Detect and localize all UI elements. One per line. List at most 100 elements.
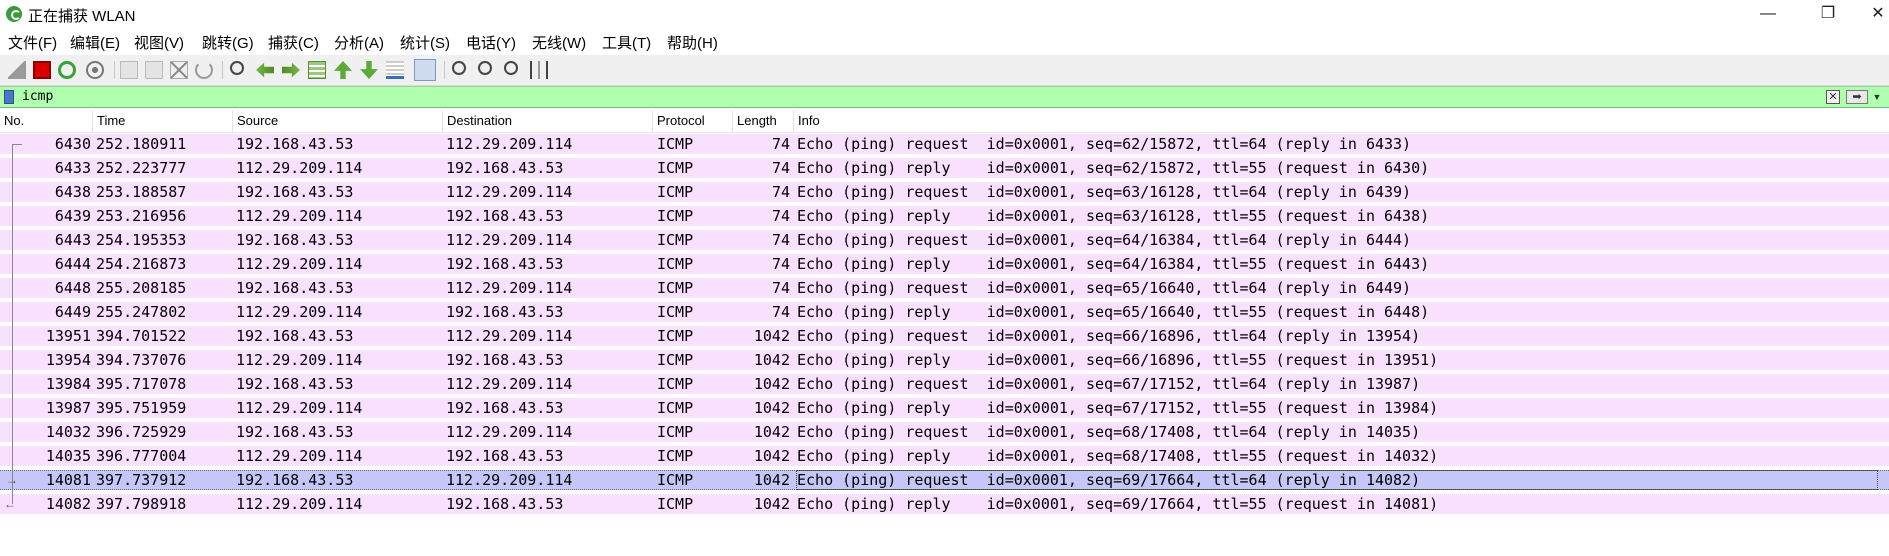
table-row-selected[interactable]: 14081 397.737912 192.168.43.53 112.29.209.1… [0, 470, 1889, 490]
title-bar: 正在捕获 WLAN — ❐ ✕ [0, 0, 1889, 28]
cell-info: Echo (ping) reply id=0x0001, seq=69/1766… [797, 495, 1439, 513]
related-packets-line [12, 144, 13, 504]
menu-analyze[interactable]: 分析(A) [334, 32, 384, 53]
zoom-normal-icon[interactable] [504, 61, 518, 75]
zoom-in-icon[interactable] [452, 61, 466, 75]
maximize-button[interactable]: ❐ [1805, 0, 1851, 28]
menu-statistics[interactable]: 统计(S) [400, 32, 450, 53]
go-last-icon[interactable] [360, 61, 378, 79]
go-forward-icon[interactable] [282, 62, 300, 78]
cell-time: 396.777004 [96, 447, 187, 465]
cell-no: 6433 [54, 159, 91, 177]
shark-fin-icon[interactable] [8, 61, 26, 79]
column-header-destination[interactable]: Destination [443, 110, 653, 132]
cell-destination: 112.29.209.114 [446, 423, 573, 441]
reload-file-icon[interactable] [195, 61, 213, 79]
close-button[interactable]: ✕ [1855, 0, 1889, 28]
cell-source: 192.168.43.53 [236, 279, 354, 297]
table-row[interactable]: 14082 397.798918 112.29.209.114 192.168.43.… [0, 494, 1889, 514]
capture-options-icon[interactable] [86, 61, 104, 79]
close-file-icon[interactable] [170, 61, 188, 79]
menu-help[interactable]: 帮助(H) [667, 32, 718, 53]
go-to-packet-icon[interactable] [308, 61, 326, 79]
cell-protocol: ICMP [657, 135, 694, 153]
table-row[interactable]: 6439 253.216956 112.29.209.114 192.168.43.5… [0, 206, 1889, 226]
cell-protocol: ICMP [657, 447, 694, 465]
cell-no: 6448 [54, 279, 91, 297]
column-header-length[interactable]: Length [733, 110, 794, 132]
cell-info: Echo (ping) reply id=0x0001, seq=65/1664… [797, 303, 1430, 321]
cell-source: 192.168.43.53 [236, 183, 354, 201]
cell-source: 112.29.209.114 [236, 159, 363, 177]
cell-source: 192.168.43.53 [236, 423, 354, 441]
apply-filter-icon[interactable]: ➡ [1846, 90, 1868, 104]
cell-info: Echo (ping) request id=0x0001, seq=65/16… [797, 279, 1412, 297]
table-row[interactable]: 6438 253.188587 192.168.43.53 112.29.209.11… [0, 182, 1889, 202]
display-filter-input[interactable] [22, 88, 1822, 106]
table-row[interactable]: 14035 396.777004 112.29.209.114 192.168.43.… [0, 446, 1889, 466]
table-row[interactable]: 13984 395.717078 192.168.43.53 112.29.209.1… [0, 374, 1889, 394]
related-packets-bracket-start [12, 144, 22, 145]
cell-info: Echo (ping) request id=0x0001, seq=64/16… [797, 231, 1412, 249]
table-row[interactable]: 6449 255.247802 112.29.209.114 192.168.43.5… [0, 302, 1889, 322]
cell-time: 396.725929 [96, 423, 187, 441]
cell-length: 74 [771, 231, 790, 249]
cell-destination: 112.29.209.114 [446, 375, 573, 393]
open-file-icon[interactable] [120, 61, 138, 79]
menu-bar: 文件(F) 编辑(E) 视图(V) 跳转(G) 捕获(C) 分析(A) 统计(S… [0, 30, 1889, 52]
cell-source: 192.168.43.53 [236, 231, 354, 249]
cell-no: 13984 [45, 375, 91, 393]
table-row[interactable]: 13951 394.701522 192.168.43.53 112.29.209.1… [0, 326, 1889, 346]
zoom-out-icon[interactable] [478, 61, 492, 75]
menu-edit[interactable]: 编辑(E) [70, 32, 120, 53]
cell-source: 112.29.209.114 [236, 303, 363, 321]
clear-filter-icon[interactable]: ✕ [1826, 90, 1840, 104]
stop-capture-icon[interactable] [33, 61, 51, 79]
save-file-icon[interactable] [145, 61, 163, 79]
cell-time: 253.216956 [96, 207, 187, 225]
cell-source: 192.168.43.53 [236, 375, 354, 393]
cell-info: Echo (ping) reply id=0x0001, seq=64/1638… [797, 255, 1430, 273]
cell-protocol: ICMP [657, 423, 694, 441]
table-row[interactable]: 13987 395.751959 112.29.209.114 192.168.43.… [0, 398, 1889, 418]
cell-time: 395.751959 [96, 399, 187, 417]
colorize-icon[interactable] [414, 59, 436, 81]
minimize-button[interactable]: — [1745, 0, 1791, 28]
column-header-protocol[interactable]: Protocol [653, 110, 733, 132]
menu-telephony[interactable]: 电话(Y) [466, 32, 516, 53]
table-row[interactable]: 6433 252.223777 112.29.209.114 192.168.43.5… [0, 158, 1889, 178]
column-header-time[interactable]: Time [93, 110, 233, 132]
column-header-source[interactable]: Source [233, 110, 443, 132]
table-row[interactable]: 14032 396.725929 192.168.43.53 112.29.209.1… [0, 422, 1889, 442]
menu-wireless[interactable]: 无线(W) [532, 32, 586, 53]
table-row[interactable]: 6444 254.216873 112.29.209.114 192.168.43.5… [0, 254, 1889, 274]
cell-length: 1042 [753, 495, 790, 513]
table-row[interactable]: 13954 394.737076 112.29.209.114 192.168.43.… [0, 350, 1889, 370]
resize-columns-icon[interactable] [530, 61, 548, 79]
table-row[interactable]: 6448 255.208185 192.168.43.53 112.29.209.11… [0, 278, 1889, 298]
go-back-icon[interactable] [256, 62, 274, 78]
autoscroll-icon[interactable] [386, 61, 404, 79]
table-row[interactable]: 6443 254.195353 192.168.43.53 112.29.209.11… [0, 230, 1889, 250]
cell-time: 397.798918 [96, 495, 187, 513]
restart-capture-icon[interactable] [58, 61, 76, 79]
cell-source: 112.29.209.114 [236, 447, 363, 465]
menu-view[interactable]: 视图(V) [134, 32, 184, 53]
column-header-info[interactable]: Info [794, 110, 1889, 132]
cell-protocol: ICMP [657, 183, 694, 201]
table-row[interactable]: 6430 252.180911 192.168.43.53 112.29.209.11… [0, 134, 1889, 154]
cell-length: 1042 [753, 375, 790, 393]
column-header-no[interactable]: No. [0, 110, 93, 132]
find-packet-icon[interactable] [230, 61, 244, 75]
menu-tools[interactable]: 工具(T) [602, 32, 651, 53]
cell-destination: 192.168.43.53 [446, 351, 564, 369]
cell-source: 192.168.43.53 [236, 327, 354, 345]
menu-go[interactable]: 跳转(G) [202, 32, 254, 53]
menu-capture[interactable]: 捕获(C) [268, 32, 319, 53]
go-first-icon[interactable] [334, 61, 352, 79]
cell-no: 13951 [45, 327, 91, 345]
chevron-down-icon[interactable]: ▼ [1871, 90, 1883, 104]
cell-protocol: ICMP [657, 303, 694, 321]
menu-file[interactable]: 文件(F) [8, 32, 57, 53]
bookmark-icon[interactable] [4, 90, 14, 104]
